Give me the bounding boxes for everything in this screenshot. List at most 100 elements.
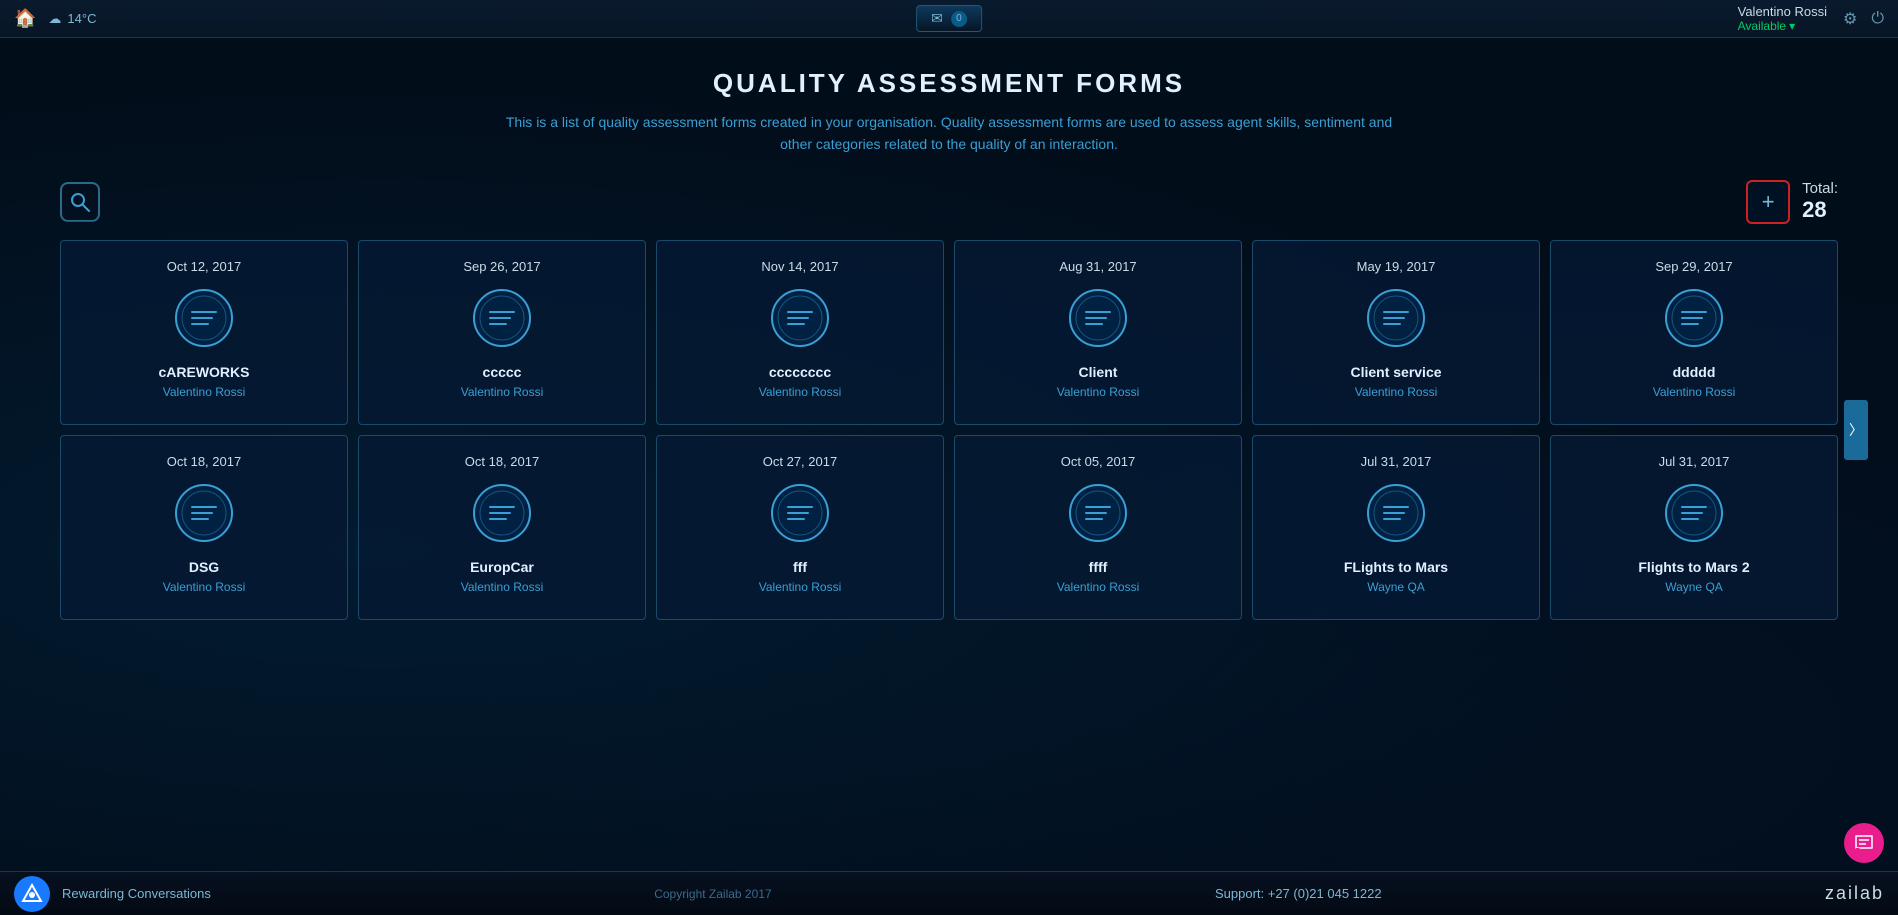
- copyright-label: Copyright Zailab 2017: [654, 887, 771, 901]
- card-form-icon: [770, 483, 830, 543]
- form-card[interactable]: Nov 14, 2017 cccccccc Valentino Rossi: [656, 240, 944, 425]
- card-form-icon: [1068, 288, 1128, 348]
- card-form-icon: [174, 288, 234, 348]
- card-owner: Wayne QA: [1367, 580, 1425, 594]
- cards-section: Oct 12, 2017 cAREWORKS Valentino Rossi S…: [60, 240, 1838, 620]
- card-date: Jul 31, 2017: [1361, 454, 1432, 469]
- card-name: cAREWORKS: [158, 364, 249, 380]
- top-bar-center: ✉ 0: [916, 5, 982, 32]
- card-name: Flights to Mars 2: [1638, 559, 1749, 575]
- user-status[interactable]: Available ▾: [1738, 19, 1827, 33]
- form-card[interactable]: Aug 31, 2017 Client Valentino Rossi: [954, 240, 1242, 425]
- form-card[interactable]: Oct 12, 2017 cAREWORKS Valentino Rossi: [60, 240, 348, 425]
- next-page-button[interactable]: 〉: [1844, 400, 1868, 460]
- total-info: Total: 28: [1802, 180, 1838, 223]
- card-date: Oct 27, 2017: [763, 454, 837, 469]
- total-label: Total:: [1802, 180, 1838, 197]
- card-owner: Wayne QA: [1665, 580, 1723, 594]
- card-form-icon: [1068, 483, 1128, 543]
- card-date: Sep 29, 2017: [1655, 259, 1732, 274]
- card-form-icon: [770, 288, 830, 348]
- bottom-bar: Rewarding Conversations Copyright Zailab…: [0, 871, 1898, 915]
- top-bar-right: Valentino Rossi Available ▾ ⚙ ⏻: [1738, 4, 1884, 33]
- bottom-right: zailab: [1825, 883, 1884, 904]
- power-icon[interactable]: ⏻: [1871, 10, 1884, 28]
- card-form-icon: [1664, 483, 1724, 543]
- temperature-label: 14°C: [67, 11, 96, 26]
- search-button[interactable]: [60, 182, 100, 222]
- main-content: QUALITY ASSESSMENT FORMS This is a list …: [0, 38, 1898, 650]
- card-date: Nov 14, 2017: [761, 259, 838, 274]
- card-owner: Valentino Rossi: [759, 580, 842, 594]
- form-card[interactable]: Oct 18, 2017 DSG Valentino Rossi: [60, 435, 348, 620]
- card-owner: Valentino Rossi: [1057, 385, 1140, 399]
- page-title: QUALITY ASSESSMENT FORMS: [60, 68, 1838, 99]
- card-date: Oct 05, 2017: [1061, 454, 1135, 469]
- form-card[interactable]: May 19, 2017 Client service Valentino Ro…: [1252, 240, 1540, 425]
- page-description: This is a list of quality assessment for…: [499, 111, 1399, 156]
- card-name: cccccccc: [769, 364, 831, 380]
- card-name: Client: [1079, 364, 1118, 380]
- top-bar-left: 🏠 ☁ 14°C: [14, 8, 96, 29]
- form-card[interactable]: Jul 31, 2017 FLights to Mars Wayne QA: [1252, 435, 1540, 620]
- form-card[interactable]: Jul 31, 2017 Flights to Mars 2 Wayne QA: [1550, 435, 1838, 620]
- weather-icon: ☁: [48, 11, 61, 27]
- card-form-icon: [174, 483, 234, 543]
- card-owner: Valentino Rossi: [759, 385, 842, 399]
- support-label: Support: +27 (0)21 045 1222: [1215, 886, 1382, 901]
- toolbar: + Total: 28: [60, 180, 1838, 224]
- card-name: DSG: [189, 559, 219, 575]
- card-date: Oct 12, 2017: [167, 259, 241, 274]
- top-bar: 🏠 ☁ 14°C ✉ 0 Valentino Rossi Available ▾…: [0, 0, 1898, 38]
- mail-icon-wrap[interactable]: ✉ 0: [916, 5, 982, 32]
- card-owner: Valentino Rossi: [163, 580, 246, 594]
- card-owner: Valentino Rossi: [163, 385, 246, 399]
- card-name: ddddd: [1673, 364, 1716, 380]
- card-date: Jul 31, 2017: [1659, 454, 1730, 469]
- card-form-icon: [472, 288, 532, 348]
- cards-row-1: Oct 12, 2017 cAREWORKS Valentino Rossi S…: [60, 240, 1838, 425]
- card-owner: Valentino Rossi: [461, 580, 544, 594]
- card-date: Oct 18, 2017: [167, 454, 241, 469]
- card-form-icon: [1366, 483, 1426, 543]
- top-icons: ⚙ ⏻: [1843, 9, 1884, 29]
- card-name: fff: [793, 559, 807, 575]
- settings-icon[interactable]: ⚙: [1843, 9, 1857, 29]
- weather-info: ☁ 14°C: [48, 11, 96, 27]
- card-name: ccccc: [483, 364, 522, 380]
- form-card[interactable]: Oct 27, 2017 fff Valentino Rossi: [656, 435, 944, 620]
- chat-fab-button[interactable]: [1844, 823, 1884, 863]
- card-date: May 19, 2017: [1357, 259, 1436, 274]
- form-card[interactable]: Sep 26, 2017 ccccc Valentino Rossi: [358, 240, 646, 425]
- card-date: Aug 31, 2017: [1059, 259, 1136, 274]
- card-name: Client service: [1350, 364, 1441, 380]
- card-date: Sep 26, 2017: [463, 259, 540, 274]
- card-form-icon: [472, 483, 532, 543]
- card-form-icon: [1366, 288, 1426, 348]
- rewarding-label: Rewarding Conversations: [62, 886, 211, 901]
- user-name: Valentino Rossi: [1738, 4, 1827, 19]
- card-owner: Valentino Rossi: [461, 385, 544, 399]
- toolbar-right: + Total: 28: [1746, 180, 1838, 224]
- card-owner: Valentino Rossi: [1057, 580, 1140, 594]
- mail-badge: 0: [951, 11, 967, 27]
- add-form-button[interactable]: +: [1746, 180, 1790, 224]
- form-card[interactable]: Oct 18, 2017 EuropCar Valentino Rossi: [358, 435, 646, 620]
- card-owner: Valentino Rossi: [1653, 385, 1736, 399]
- form-card[interactable]: Sep 29, 2017 ddddd Valentino Rossi: [1550, 240, 1838, 425]
- bottom-left: Rewarding Conversations: [14, 876, 211, 912]
- card-date: Oct 18, 2017: [465, 454, 539, 469]
- mail-icon: ✉: [931, 10, 943, 27]
- card-name: ffff: [1089, 559, 1108, 575]
- zailab-brand: zailab: [1825, 883, 1884, 904]
- card-name: EuropCar: [470, 559, 534, 575]
- card-owner: Valentino Rossi: [1355, 385, 1438, 399]
- card-form-icon: [1664, 288, 1724, 348]
- total-count: 28: [1802, 197, 1838, 223]
- user-info: Valentino Rossi Available ▾: [1738, 4, 1827, 33]
- form-card[interactable]: Oct 05, 2017 ffff Valentino Rossi: [954, 435, 1242, 620]
- cards-row-2: Oct 18, 2017 DSG Valentino Rossi Oct 18,…: [60, 435, 1838, 620]
- card-name: FLights to Mars: [1344, 559, 1448, 575]
- home-icon[interactable]: 🏠: [14, 8, 36, 29]
- zailab-logo-small: [14, 876, 50, 912]
